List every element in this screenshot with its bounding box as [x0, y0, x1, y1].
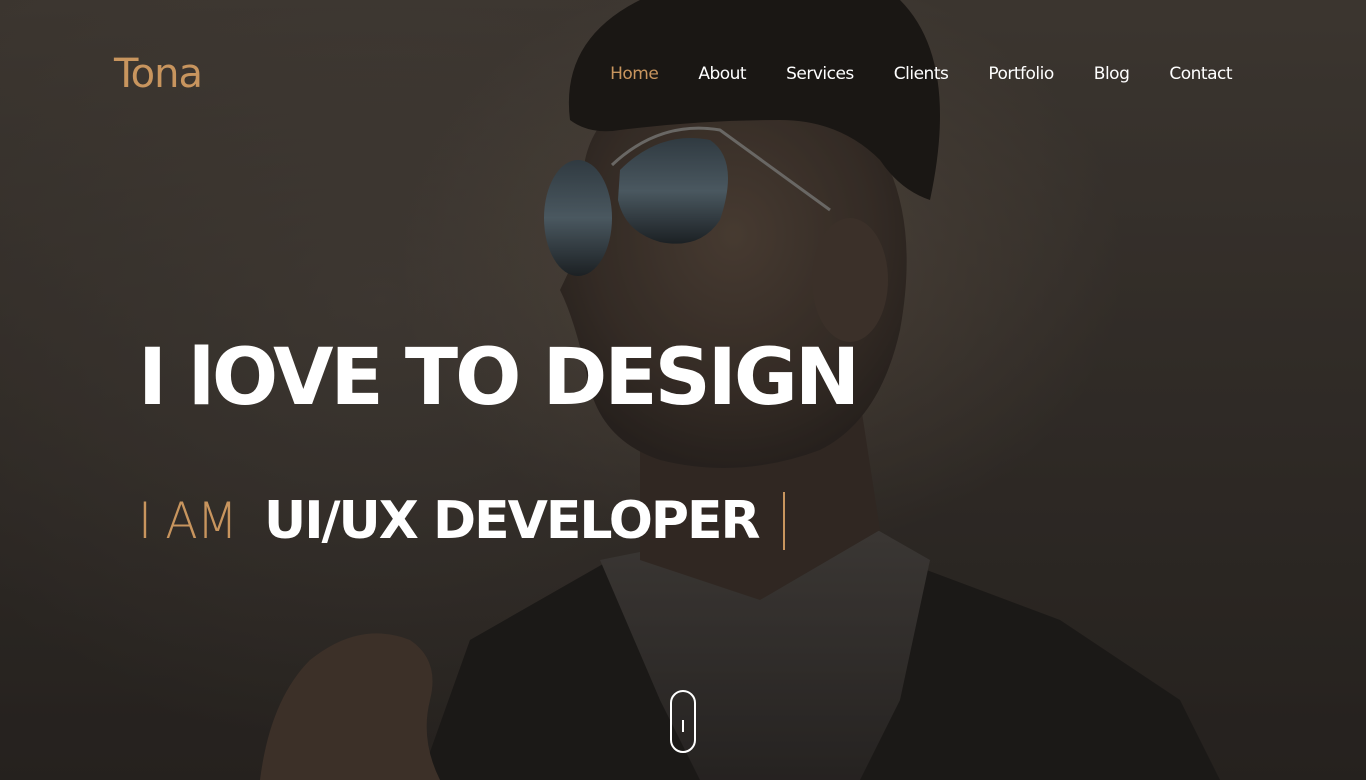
typing-cursor [782, 492, 785, 550]
mouse-scroll-icon[interactable] [670, 690, 696, 753]
hero-section: Tona Home About Services Clients Portfol… [0, 0, 1366, 780]
nav-item-contact[interactable]: Contact [1169, 62, 1232, 86]
subline-prefix: I AM [138, 492, 238, 550]
main-navigation: Home About Services Clients Portfolio Bl… [570, 62, 1232, 86]
nav-item-services[interactable]: Services [786, 62, 854, 86]
site-logo[interactable]: Tona [114, 50, 203, 98]
nav-item-home[interactable]: Home [610, 62, 659, 86]
nav-item-blog[interactable]: Blog [1094, 62, 1130, 86]
hero-subline: I AM UI/UX DEVELOPER [138, 486, 785, 556]
nav-item-about[interactable]: About [698, 62, 746, 86]
hero-headline: I lOVE TO DESIGN [138, 333, 860, 423]
nav-item-portfolio[interactable]: Portfolio [988, 62, 1054, 86]
nav-item-clients[interactable]: Clients [894, 62, 949, 86]
typed-role-text: UI/UX DEVELOPER [263, 491, 761, 551]
scroll-wheel-indicator [682, 720, 684, 732]
